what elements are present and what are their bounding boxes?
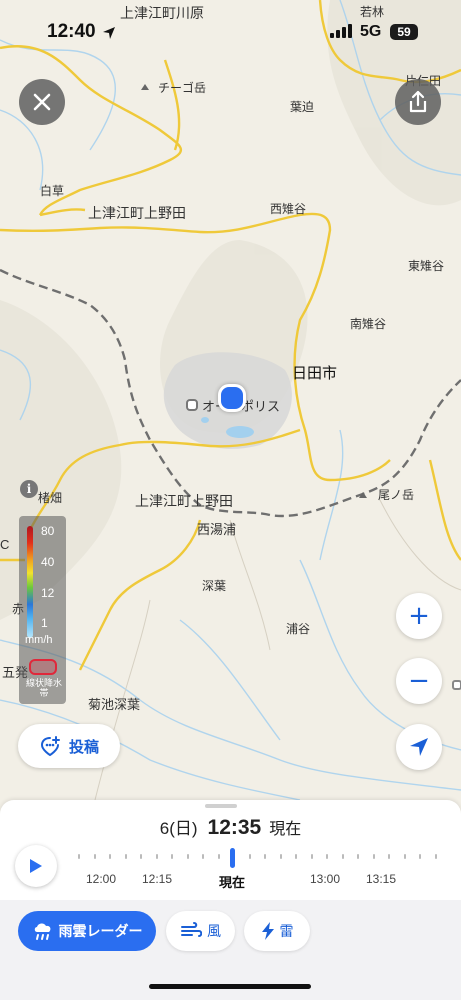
status-bar: 12:40 5G 59 [0, 0, 461, 62]
time-tick [217, 854, 220, 859]
place-c-edge: C [0, 537, 10, 552]
time-tick [310, 854, 313, 859]
share-button[interactable] [395, 79, 441, 125]
time-tick [248, 854, 251, 859]
network-type: 5G [360, 23, 382, 40]
time-tick-label: 13:15 [366, 872, 397, 886]
time-tick [186, 854, 189, 859]
legend-level: 80 [41, 524, 55, 538]
location-arrow-small-icon [103, 27, 115, 39]
status-time: 12:40 [47, 21, 96, 42]
time-tick [279, 854, 282, 859]
tab-wind-label: 風 [207, 923, 221, 939]
rain-legend: 80 40 12 1 mm/h 線状降水帯 [19, 516, 66, 704]
tab-rain-radar[interactable]: 雨雲レーダー [18, 911, 156, 951]
datetime-display: 6(日) 12:35 現在 [0, 814, 461, 840]
time-tick-label: 12:15 [142, 872, 173, 886]
post-button-label: 投稿 [68, 738, 99, 756]
time-tick [155, 854, 158, 859]
zoom-in-button[interactable]: + [396, 593, 442, 639]
time-tick [264, 854, 266, 859]
linear-rainband-icon [29, 659, 57, 675]
locate-button[interactable] [396, 724, 442, 770]
place-shirakusa: 白草 [40, 184, 65, 198]
time-cursor[interactable] [230, 848, 235, 868]
lightning-icon [261, 922, 274, 940]
time-tick [372, 854, 375, 859]
place-uratani: 浦谷 [286, 622, 311, 636]
legend-level: 40 [41, 555, 55, 569]
time-tick [93, 854, 96, 859]
play-button[interactable] [15, 845, 57, 887]
place-higashi-masugai: 東雉谷 [408, 259, 445, 273]
close-icon [33, 93, 51, 111]
time-tick [434, 854, 437, 859]
tab-lightning[interactable]: 雷 [244, 911, 310, 951]
place-dot [186, 399, 198, 411]
place-hita-city: 日田市 [292, 365, 338, 382]
timeline-panel: 6(日) 12:35 現在 12:00 12:15 現在 13:00 13:15 雨… [0, 800, 461, 1000]
time-tick [403, 854, 406, 859]
drag-handle[interactable] [205, 804, 237, 808]
cloud-rain-icon [34, 923, 50, 940]
share-icon [409, 90, 427, 113]
place-nishiyunoura: 西湯浦 [197, 522, 237, 537]
time-tick [341, 854, 344, 859]
place-kamitsue-kaminoda: 上津江町上野田 [88, 205, 186, 221]
time-tick-label: 13:00 [310, 872, 341, 886]
legend-unit: mm/h [25, 634, 53, 646]
place-kamitsue-kaminoda-2: 上津江町上野田 [135, 493, 233, 509]
time-slider[interactable]: 12:00 12:15 現在 13:00 13:15 [70, 848, 461, 898]
post-pin-icon [40, 736, 60, 757]
info-icon[interactable]: i [20, 480, 38, 498]
tab-rain-radar-label: 雨雲レーダー [58, 923, 143, 939]
place-hasako: 葉迫 [290, 100, 315, 114]
time-tick [124, 854, 127, 859]
now-label: 現在 [269, 821, 302, 838]
time-tick [171, 854, 173, 859]
legend-color-bar [27, 526, 33, 638]
post-button[interactable]: 投稿 [18, 724, 120, 768]
time-tick [109, 854, 111, 859]
tab-wind[interactable]: 風 [166, 911, 235, 951]
play-icon [30, 859, 42, 873]
place-chigo-dake: チーゴ岳 [158, 81, 207, 95]
legend-note: 線状降水帯 [26, 678, 63, 698]
place-minami-masugai: 南雉谷 [350, 317, 387, 331]
zoom-out-button[interactable]: − [396, 658, 442, 704]
home-indicator [149, 984, 311, 989]
time-tick [388, 854, 390, 859]
zoom-out-label: − [408, 666, 430, 696]
legend-level: 1 [41, 616, 48, 630]
time-tick [295, 854, 297, 859]
place-onodake: 尾ノ岳 [378, 488, 415, 502]
location-arrow-icon [410, 738, 428, 756]
wind-icon [181, 922, 202, 937]
edge-place-dot [452, 680, 461, 690]
layer-tabs: 雨雲レーダー 風 雷 [0, 900, 461, 1000]
time-tick-label: 12:00 [86, 872, 117, 886]
time-tick [326, 854, 328, 859]
place-fukaba: 深葉 [202, 579, 227, 593]
date-label: 6(日) [159, 819, 198, 838]
tab-lightning-label: 雷 [279, 923, 294, 939]
signal-icon [330, 24, 352, 38]
time-tick-label-now: 現在 [219, 875, 246, 890]
time-tick [140, 854, 142, 859]
time-tick [419, 854, 421, 859]
zoom-in-label: + [408, 601, 430, 631]
place-kikuchi-fukaba: 菊池深葉 [88, 697, 141, 712]
legend-level: 12 [41, 586, 55, 600]
current-location-marker[interactable] [218, 384, 246, 412]
place-kobatake: 楮畑 [38, 491, 63, 505]
place-nishi-masugai: 西雉谷 [270, 202, 307, 216]
time-label: 12:35 [207, 816, 262, 839]
time-tick [78, 854, 80, 859]
time-tick [357, 854, 359, 859]
close-button[interactable] [19, 79, 65, 125]
time-tick [202, 854, 204, 859]
battery-indicator: 59 [390, 24, 418, 40]
